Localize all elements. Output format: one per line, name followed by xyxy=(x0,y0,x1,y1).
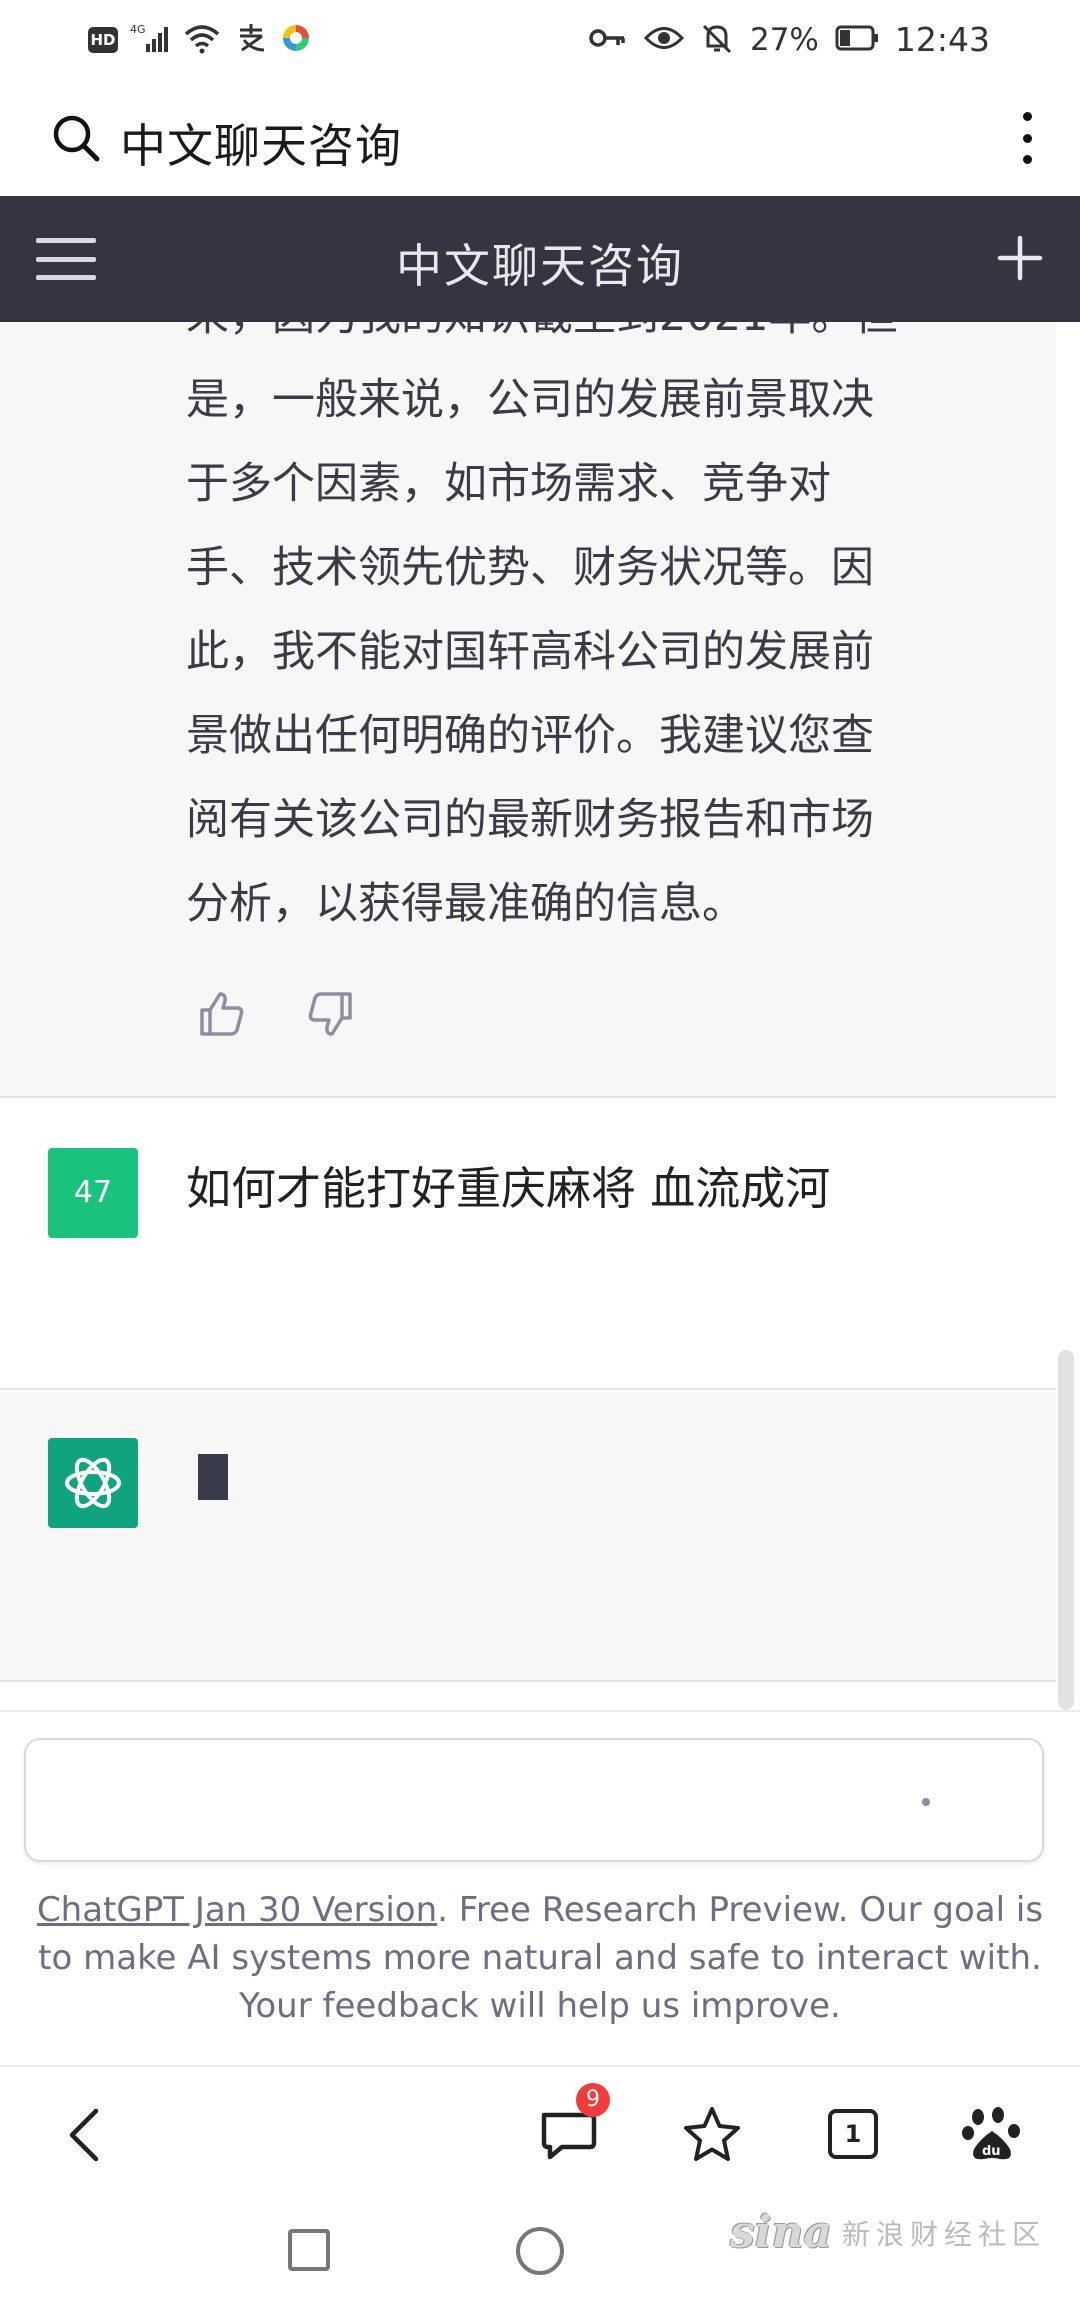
answer-line: 手、技术领先优势、财务状况等。因 xyxy=(186,543,874,593)
watermark-text: 新浪财经社区 xyxy=(842,2217,1047,2251)
page-title: 中文聊天咨询 xyxy=(396,239,684,293)
recent-apps-button[interactable] xyxy=(288,2229,330,2271)
eye-icon xyxy=(643,23,685,57)
sina-logo: sina xyxy=(730,2207,832,2258)
search-query[interactable]: 中文聊天咨询 xyxy=(120,110,402,176)
comments-badge: 9 xyxy=(576,2083,610,2117)
baidu-paw-icon[interactable]: du xyxy=(960,2103,1024,2167)
answer-line: 来，因为我的知识截至到2021年。但 xyxy=(186,322,966,358)
comments-icon[interactable]: 9 xyxy=(536,2083,610,2167)
typing-cursor xyxy=(198,1454,228,1500)
browser-toolbar: 9 1 du xyxy=(0,2065,1080,2197)
assistant-answer-text: 来，因为我的知识截至到2021年。但 是，一般来说，公司的发展前景取决 于多个因… xyxy=(186,322,966,946)
app-header: 中文聊天咨询 xyxy=(0,196,1080,322)
chat-thread[interactable]: 来，因为我的知识截至到2021年。但 是，一般来说，公司的发展前景取决 于多个因… xyxy=(0,322,1056,1712)
tab-count: 1 xyxy=(828,2109,878,2159)
send-indicator-icon[interactable] xyxy=(922,1798,930,1806)
tabs-button[interactable]: 1 xyxy=(822,2103,886,2167)
answer-line: 是，一般来说，公司的发展前景取决 xyxy=(186,375,874,425)
signal-icon: 4G xyxy=(130,22,170,58)
mute-bell-icon xyxy=(700,22,734,58)
assistant-message: 来，因为我的知识截至到2021年。但 是，一般来说，公司的发展前景取决 于多个因… xyxy=(0,322,1056,1098)
version-link[interactable]: ChatGPT Jan 30 Version xyxy=(37,1890,437,1930)
thumbs-up-icon[interactable] xyxy=(196,988,248,1040)
composer: ChatGPT Jan 30 Version. Free Research Pr… xyxy=(0,1710,1080,2065)
network-label: 4G xyxy=(130,23,146,36)
footer-note: ChatGPT Jan 30 Version. Free Research Pr… xyxy=(30,1886,1050,2030)
svg-text:du: du xyxy=(982,2144,1001,2159)
browser-search-bar[interactable]: 中文聊天咨询 xyxy=(0,80,1080,196)
status-right: 27% 12:43 xyxy=(588,20,990,59)
hd-badge: HD xyxy=(88,27,118,53)
openai-logo-icon xyxy=(48,1438,138,1528)
watermark: sina 新浪财经社区 xyxy=(730,2207,1046,2258)
answer-line: 分析，以获得最准确的信息。 xyxy=(186,879,745,929)
user-avatar: 47 xyxy=(48,1148,138,1238)
user-message-text: 如何才能打好重庆麻将 血流成河 xyxy=(186,1162,831,1215)
more-options-icon[interactable] xyxy=(1012,108,1042,168)
status-left: HD 4G xyxy=(88,22,312,58)
message-input[interactable] xyxy=(24,1738,1044,1862)
battery-percent: 27% xyxy=(749,21,819,58)
wifi-icon xyxy=(182,22,222,58)
assistant-message-pending xyxy=(0,1392,1056,1682)
back-icon[interactable] xyxy=(56,2103,120,2167)
search-icon[interactable] xyxy=(50,112,102,164)
clock: 12:43 xyxy=(894,20,990,59)
answer-line: 阅有关该公司的最新财务报告和市场 xyxy=(186,795,874,845)
app-notification-icon xyxy=(280,22,312,58)
star-icon[interactable] xyxy=(680,2103,744,2167)
battery-icon xyxy=(835,24,879,56)
user-message: 47 如何才能打好重庆麻将 血流成河 xyxy=(0,1100,1056,1390)
new-chat-plus-icon[interactable] xyxy=(996,234,1044,282)
answer-line: 于多个因素，如市场需求、竞争对 xyxy=(186,459,831,509)
answer-line: 此，我不能对国轩高科公司的发展前 xyxy=(186,627,874,677)
home-button[interactable] xyxy=(516,2227,564,2275)
chat-scrollbar[interactable] xyxy=(1058,1350,1074,1710)
thumbs-down-icon[interactable] xyxy=(304,988,356,1040)
system-nav-bar: sina 新浪财经社区 xyxy=(0,2197,1080,2312)
status-bar: HD 4G 27% 12:43 xyxy=(0,0,1080,80)
alipay-icon xyxy=(234,22,268,58)
answer-line: 景做出任何明确的评价。我建议您查 xyxy=(186,711,874,761)
key-icon xyxy=(588,23,628,57)
